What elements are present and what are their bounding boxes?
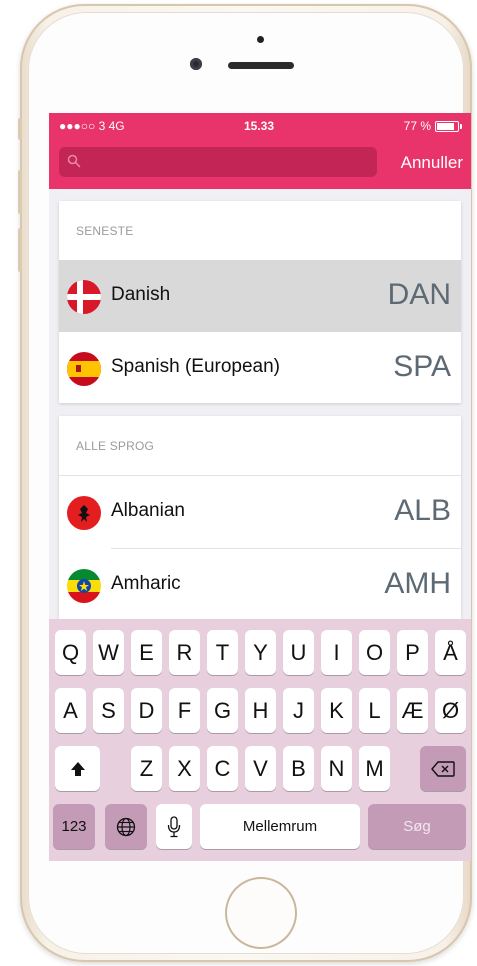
volume-up-button: [18, 170, 22, 214]
key-d[interactable]: D: [131, 688, 162, 733]
denmark-flag-icon: [67, 280, 101, 314]
front-camera: [190, 58, 202, 70]
language-name: Danish: [111, 284, 171, 305]
key-i[interactable]: I: [321, 630, 352, 675]
language-row-amharic[interactable]: Amharic AMH: [59, 549, 461, 621]
key-e[interactable]: E: [131, 630, 162, 675]
key-j[interactable]: J: [283, 688, 314, 733]
key-f[interactable]: F: [169, 688, 200, 733]
key-c[interactable]: C: [207, 746, 238, 791]
microphone-key[interactable]: [156, 804, 192, 849]
language-name: Albanian: [111, 500, 185, 521]
key-aa[interactable]: Å: [435, 630, 466, 675]
key-w[interactable]: W: [93, 630, 124, 675]
backspace-key[interactable]: [420, 746, 466, 791]
keyboard: Q W E R T Y U I O P Å A S D F G H J K L …: [49, 619, 471, 861]
recent-languages-card: SENESTE Danish DAN Spanish (European) SP…: [59, 201, 461, 403]
key-x[interactable]: X: [169, 746, 200, 791]
carrier-signal: ●●●○○ 3 4G: [59, 119, 125, 133]
volume-down-button: [18, 228, 22, 272]
ethiopia-flag-icon: [67, 569, 101, 603]
language-code: SPA: [393, 350, 451, 383]
key-a[interactable]: A: [55, 688, 86, 733]
battery-percent: 77 %: [403, 119, 431, 133]
key-n[interactable]: N: [321, 746, 352, 791]
cancel-button[interactable]: Annuller: [401, 153, 463, 173]
search-input[interactable]: [59, 147, 377, 177]
key-y[interactable]: Y: [245, 630, 276, 675]
globe-key[interactable]: [105, 804, 147, 849]
key-o[interactable]: O: [359, 630, 390, 675]
home-button[interactable]: [225, 877, 297, 949]
shift-icon: [70, 761, 85, 776]
earpiece-speaker: [228, 62, 294, 69]
language-row-danish[interactable]: Danish DAN: [59, 260, 461, 332]
header-bar: ●●●○○ 3 4G 15.33 77 % Annuller: [49, 113, 471, 189]
language-code: AMH: [384, 567, 451, 600]
spain-flag-icon: [67, 352, 101, 386]
language-row-spanish[interactable]: Spanish (European) SPA: [59, 332, 461, 404]
language-name: Spanish (European): [111, 356, 280, 377]
language-name: Amharic: [111, 573, 181, 594]
backspace-icon: [431, 760, 455, 777]
section-title-recent: SENESTE: [76, 224, 134, 238]
key-oe[interactable]: Ø: [435, 688, 466, 733]
battery-level-fill: [437, 123, 454, 130]
albania-flag-icon: [67, 496, 101, 530]
key-s[interactable]: S: [93, 688, 124, 733]
key-k[interactable]: K: [321, 688, 352, 733]
search-key[interactable]: Søg: [368, 804, 466, 849]
battery-tip: [460, 124, 462, 129]
language-code: DAN: [387, 278, 451, 311]
key-l[interactable]: L: [359, 688, 390, 733]
key-b[interactable]: B: [283, 746, 314, 791]
key-p[interactable]: P: [397, 630, 428, 675]
search-icon: [67, 154, 81, 168]
space-key[interactable]: Mellemrum: [200, 804, 360, 849]
key-ae[interactable]: Æ: [397, 688, 428, 733]
microphone-icon: [167, 815, 181, 837]
key-t[interactable]: T: [207, 630, 238, 675]
language-code: ALB: [394, 494, 451, 527]
screen: ●●●○○ 3 4G 15.33 77 % Annuller SENESTE D…: [49, 113, 471, 861]
key-g[interactable]: G: [207, 688, 238, 733]
key-u[interactable]: U: [283, 630, 314, 675]
key-h[interactable]: H: [245, 688, 276, 733]
key-m[interactable]: M: [359, 746, 390, 791]
key-z[interactable]: Z: [131, 746, 162, 791]
key-q[interactable]: Q: [55, 630, 86, 675]
section-title-all: ALLE SPROG: [76, 439, 155, 453]
globe-icon: [116, 817, 136, 836]
mute-switch: [18, 118, 22, 140]
numbers-key[interactable]: 123: [53, 804, 95, 849]
proximity-sensor: [257, 36, 264, 43]
key-r[interactable]: R: [169, 630, 200, 675]
battery-icon: [435, 121, 462, 132]
status-time: 15.33: [244, 119, 275, 133]
shift-key[interactable]: [55, 746, 100, 791]
key-v[interactable]: V: [245, 746, 276, 791]
language-row-albanian[interactable]: Albanian ALB: [59, 476, 461, 548]
status-bar: ●●●○○ 3 4G 15.33 77 %: [49, 113, 471, 137]
